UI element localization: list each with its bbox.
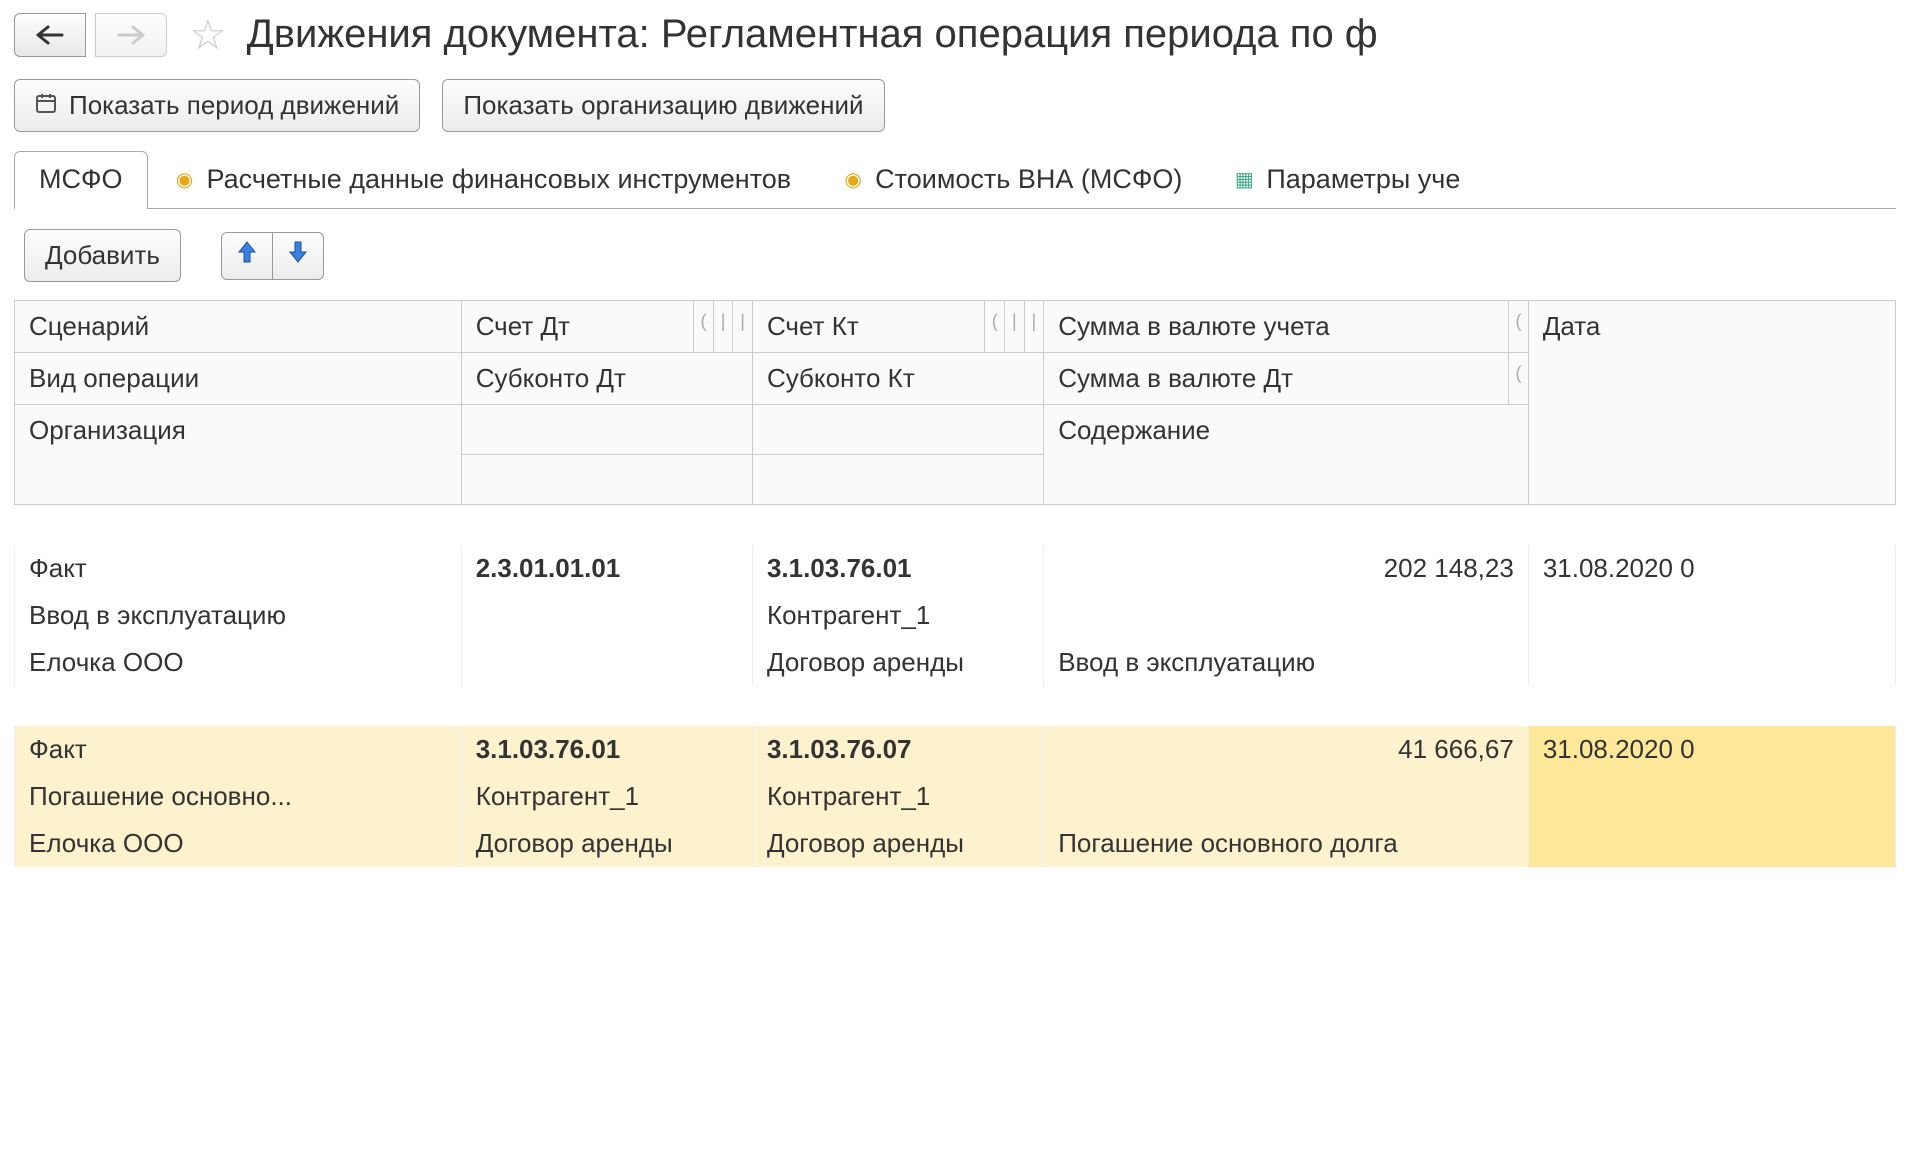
col-blank <box>752 405 1043 455</box>
col-subkonto-dt[interactable]: Субконто Дт <box>461 353 752 405</box>
favorite-star-icon[interactable]: ☆ <box>189 10 227 59</box>
add-label: Добавить <box>45 240 160 271</box>
cell-op: Погашение основно... <box>15 773 462 820</box>
cell-date: 31.08.2020 0 <box>1528 545 1895 592</box>
cell-sub-dt: Контрагент_1 <box>461 773 752 820</box>
cell-account-dt: 2.3.01.01.01 <box>461 545 752 592</box>
cell-sub-kt: Контрагент_1 <box>752 592 1043 639</box>
show-org-button[interactable]: Показать организацию движений <box>442 79 884 132</box>
back-button[interactable] <box>14 13 86 57</box>
tab-vna-cost[interactable]: ◉ Стоимость ВНА (МСФО) <box>816 151 1207 209</box>
tab-label: Параметры уче <box>1266 164 1460 195</box>
cell-blank <box>1528 592 1895 639</box>
cell-sub-kt: Контрагент_1 <box>752 773 1043 820</box>
cell-sub-dt2 <box>461 639 752 686</box>
movements-table[interactable]: Сценарий Счет Дт ( | | Счет Кт ( | | Сум… <box>14 300 1896 867</box>
col-date[interactable]: Дата <box>1528 301 1895 505</box>
cell-sum: 202 148,23 <box>1044 545 1529 592</box>
cell-desc: Ввод в эксплуатацию <box>1044 639 1529 686</box>
cell-sub-dt <box>461 592 752 639</box>
cell-sum-dt <box>1044 592 1529 639</box>
col-flag[interactable]: ( <box>1509 301 1529 353</box>
col-subkonto-kt[interactable]: Субконто Кт <box>752 353 1043 405</box>
tab-label: Расчетные данные финансовых инструментов <box>207 164 792 195</box>
col-flag[interactable]: | <box>1005 301 1025 353</box>
cell-sub-kt2: Договор аренды <box>752 820 1043 867</box>
col-sum[interactable]: Сумма в валюте учета <box>1044 301 1509 353</box>
forward-button[interactable] <box>95 13 167 57</box>
col-scenario[interactable]: Сценарий <box>15 301 462 353</box>
col-blank <box>752 455 1043 505</box>
cell-scenario: Факт <box>15 545 462 592</box>
cell-org: Елочка ООО <box>15 820 462 867</box>
cell-sub-dt2: Договор аренды <box>461 820 752 867</box>
col-flag[interactable]: ( <box>1509 353 1529 405</box>
cell-account-kt: 3.1.03.76.01 <box>752 545 1043 592</box>
coins-icon: ◉ <box>841 168 865 192</box>
cell-scenario: Факт <box>15 726 462 773</box>
cell-sum-dt <box>1044 773 1529 820</box>
col-op-type[interactable]: Вид операции <box>15 353 462 405</box>
tab-fin-instruments[interactable]: ◉ Расчетные данные финансовых инструмент… <box>148 151 817 209</box>
tab-label: МСФО <box>39 164 123 195</box>
cell-sum: 41 666,67 <box>1044 726 1529 773</box>
show-period-button[interactable]: Показать период движений <box>14 79 420 132</box>
coins-icon: ◉ <box>173 168 197 192</box>
cell-date: 31.08.2020 0 <box>1528 726 1895 773</box>
show-org-label: Показать организацию движений <box>463 90 863 121</box>
col-account-kt[interactable]: Счет Кт <box>752 301 985 353</box>
col-flag[interactable]: | <box>713 301 733 353</box>
col-desc[interactable]: Содержание <box>1044 405 1529 505</box>
cell-org: Елочка ООО <box>15 639 462 686</box>
cell-op: Ввод в эксплуатацию <box>15 592 462 639</box>
col-account-dt[interactable]: Счет Дт <box>461 301 694 353</box>
page-title: Движения документа: Регламентная операци… <box>247 12 1378 57</box>
show-period-label: Показать период движений <box>69 90 399 121</box>
move-up-button[interactable] <box>221 232 273 280</box>
table-row[interactable]: Факт 3.1.03.76.01 3.1.03.76.07 41 666,67… <box>15 726 1896 867</box>
cell-blank <box>1528 773 1895 820</box>
arrow-up-icon <box>237 240 257 271</box>
tab-label: Стоимость ВНА (МСФО) <box>875 164 1182 195</box>
arrow-down-icon <box>288 240 308 271</box>
cell-account-kt: 3.1.03.76.07 <box>752 726 1043 773</box>
add-button[interactable]: Добавить <box>24 229 181 282</box>
col-flag[interactable]: | <box>1024 301 1044 353</box>
cell-blank <box>1528 639 1895 686</box>
move-down-button[interactable] <box>272 232 324 280</box>
col-flag[interactable]: ( <box>985 301 1005 353</box>
table-row[interactable]: Факт 2.3.01.01.01 3.1.03.76.01 202 148,2… <box>15 545 1896 686</box>
col-blank <box>461 455 752 505</box>
tab-msfo[interactable]: МСФО <box>14 151 148 209</box>
col-blank <box>461 405 752 455</box>
tab-accounting-params[interactable]: ▦ Параметры уче <box>1207 151 1485 209</box>
calendar-icon <box>35 92 57 120</box>
col-sum-dt[interactable]: Сумма в валюте Дт <box>1044 353 1509 405</box>
cell-desc: Погашение основного долга <box>1044 820 1529 867</box>
cell-sub-kt2: Договор аренды <box>752 639 1043 686</box>
table-icon: ▦ <box>1232 168 1256 192</box>
cell-blank <box>1528 820 1895 867</box>
cell-account-dt: 3.1.03.76.01 <box>461 726 752 773</box>
col-flag[interactable]: | <box>733 301 753 353</box>
col-flag[interactable]: ( <box>694 301 714 353</box>
col-org[interactable]: Организация <box>15 405 462 505</box>
